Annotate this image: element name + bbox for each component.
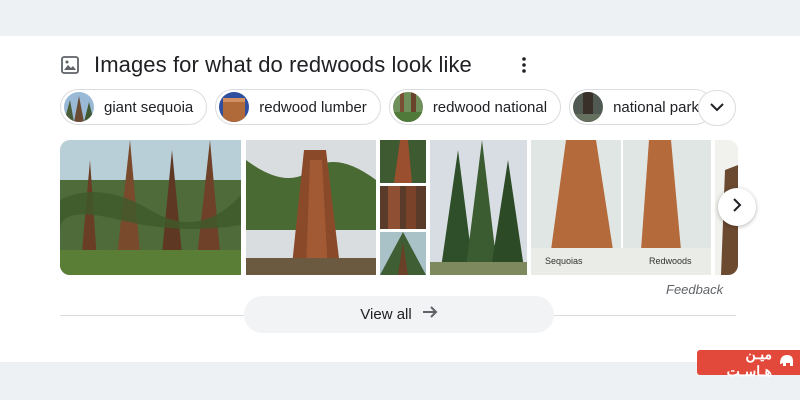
watermark-text: میـن هـاسـت — [726, 345, 772, 379]
watermark-logo: میـن هـاسـت — [697, 346, 800, 379]
chip-label: national park — [613, 98, 699, 116]
image-results-row: Sequoias Redwoods — [60, 140, 738, 275]
image-caption-sequoias: Sequoias — [545, 256, 583, 266]
chips-expand-button[interactable] — [698, 90, 736, 126]
next-images-button[interactable] — [718, 188, 756, 226]
image-result[interactable] — [380, 232, 426, 275]
feedback-link[interactable]: Feedback — [666, 282, 723, 297]
chip-redwood-lumber[interactable]: redwood lumber — [215, 89, 381, 125]
view-all-label: View all — [360, 306, 412, 323]
more-vert-icon[interactable] — [516, 54, 532, 76]
image-caption-redwoods: Redwoods — [649, 256, 692, 266]
chip-thumbnail — [219, 92, 250, 122]
section-header: Images for what do redwoods look like — [60, 50, 472, 80]
image-result[interactable] — [60, 140, 241, 275]
chevron-down-icon — [710, 99, 724, 117]
chip-label: giant sequoia — [104, 98, 194, 116]
chip-thumbnail — [573, 92, 604, 122]
image-result[interactable] — [246, 140, 376, 275]
related-search-chips: giant sequoia redwood lumber redwood nat… — [60, 89, 713, 127]
chip-thumbnail — [392, 92, 423, 122]
image-icon — [60, 54, 82, 76]
arrow-right-icon — [422, 305, 438, 324]
section-title: Images for what do redwoods look like — [94, 52, 472, 77]
chip-label: redwood national — [432, 98, 548, 116]
image-result[interactable]: Sequoias Redwoods — [531, 140, 711, 275]
elephant-logo-icon — [778, 352, 794, 373]
image-result[interactable] — [430, 140, 527, 275]
view-all-button[interactable]: View all — [244, 296, 554, 333]
images-section-card: Images for what do redwoods look like gi… — [0, 36, 800, 362]
image-result[interactable] — [380, 186, 426, 229]
image-result[interactable] — [380, 140, 426, 183]
chevron-right-icon — [732, 197, 742, 217]
chip-national-park[interactable]: national park — [569, 89, 713, 125]
chip-giant-sequoia[interactable]: giant sequoia — [60, 89, 208, 125]
chip-label: redwood lumber — [259, 98, 367, 116]
chip-thumbnail — [64, 92, 94, 122]
chip-redwood-national[interactable]: redwood national — [388, 89, 562, 125]
